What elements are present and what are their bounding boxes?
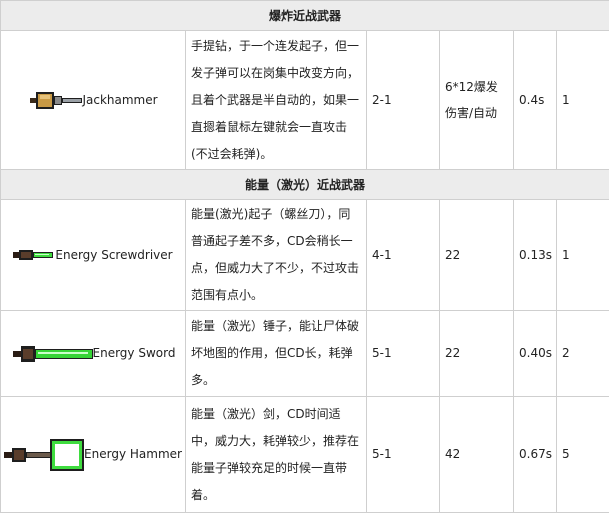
weapon-cd: 0.67s bbox=[514, 397, 557, 513]
weapon-name: Energy Hammer bbox=[84, 441, 182, 468]
weapon-tier: 4-1 bbox=[367, 200, 440, 311]
section-title: 能量（激光）近战武器 bbox=[1, 170, 609, 200]
weapon-tier: 5-1 bbox=[367, 397, 440, 513]
weapon-tier: 5-1 bbox=[367, 311, 440, 397]
table-row: Energy Sword 能量（激光）锤子，能让尸体破坏地图的作用，但CD长，耗… bbox=[1, 311, 609, 397]
weapon-description: 能量（激光）剑，CD时间适中，威力大，耗弹较少，推荐在能量子弹较充足的时候一直带… bbox=[186, 397, 367, 513]
weapon-cd: 0.13s bbox=[514, 200, 557, 311]
weapon-description: 手提钻，于一个连发起子，但一发子弹可以在岗集中改变方向，且着个武器是半自动的，如… bbox=[186, 31, 367, 170]
weapon-cost: 2 bbox=[557, 311, 609, 397]
jackhammer-icon bbox=[28, 85, 82, 115]
energy-sword-icon bbox=[11, 343, 93, 365]
weapon-description: 能量（激光）锤子，能让尸体破坏地图的作用，但CD长，耗弹多。 bbox=[186, 311, 367, 397]
weapon-name: Energy Screwdriver bbox=[55, 242, 172, 269]
section-title: 爆炸近战武器 bbox=[1, 1, 609, 31]
weapon-damage: 6*12爆发伤害/自动 bbox=[440, 31, 514, 170]
table-row: Energy Hammer 能量（激光）剑，CD时间适中，威力大，耗弹较少，推荐… bbox=[1, 397, 609, 513]
weapon-cost: 1 bbox=[557, 200, 609, 311]
weapon-tier: 2-1 bbox=[367, 31, 440, 170]
weapon-cost: 5 bbox=[557, 397, 609, 513]
weapon-description: 能量(激光)起子（螺丝刀），同普通起子差不多，CD会稍长一点，但威力大了不少，不… bbox=[186, 200, 367, 311]
weapon-name: Jackhammer bbox=[82, 87, 157, 114]
weapon-cost: 1 bbox=[557, 31, 609, 170]
weapon-table: 爆炸近战武器 Jackhammer bbox=[0, 0, 609, 513]
section-header-row: 爆炸近战武器 bbox=[1, 1, 609, 31]
weapon-name-cell: Energy Sword bbox=[1, 311, 186, 397]
table-row: Energy Screwdriver 能量(激光)起子（螺丝刀），同普通起子差不… bbox=[1, 200, 609, 311]
weapon-cd: 0.40s bbox=[514, 311, 557, 397]
weapon-name: Energy Sword bbox=[93, 340, 176, 367]
weapon-cd: 0.4s bbox=[514, 31, 557, 170]
energy-screwdriver-icon bbox=[13, 245, 55, 265]
weapon-damage: 42 bbox=[440, 397, 514, 513]
table-row: Jackhammer 手提钻，于一个连发起子，但一发子弹可以在岗集中改变方向，且… bbox=[1, 31, 609, 170]
weapon-damage: 22 bbox=[440, 311, 514, 397]
weapon-name-cell: Energy Screwdriver bbox=[1, 200, 186, 311]
section-header-row: 能量（激光）近战武器 bbox=[1, 170, 609, 200]
energy-hammer-icon bbox=[4, 437, 84, 473]
weapon-damage: 22 bbox=[440, 200, 514, 311]
weapon-name-cell: Jackhammer bbox=[1, 31, 186, 170]
weapon-name-cell: Energy Hammer bbox=[1, 397, 186, 513]
